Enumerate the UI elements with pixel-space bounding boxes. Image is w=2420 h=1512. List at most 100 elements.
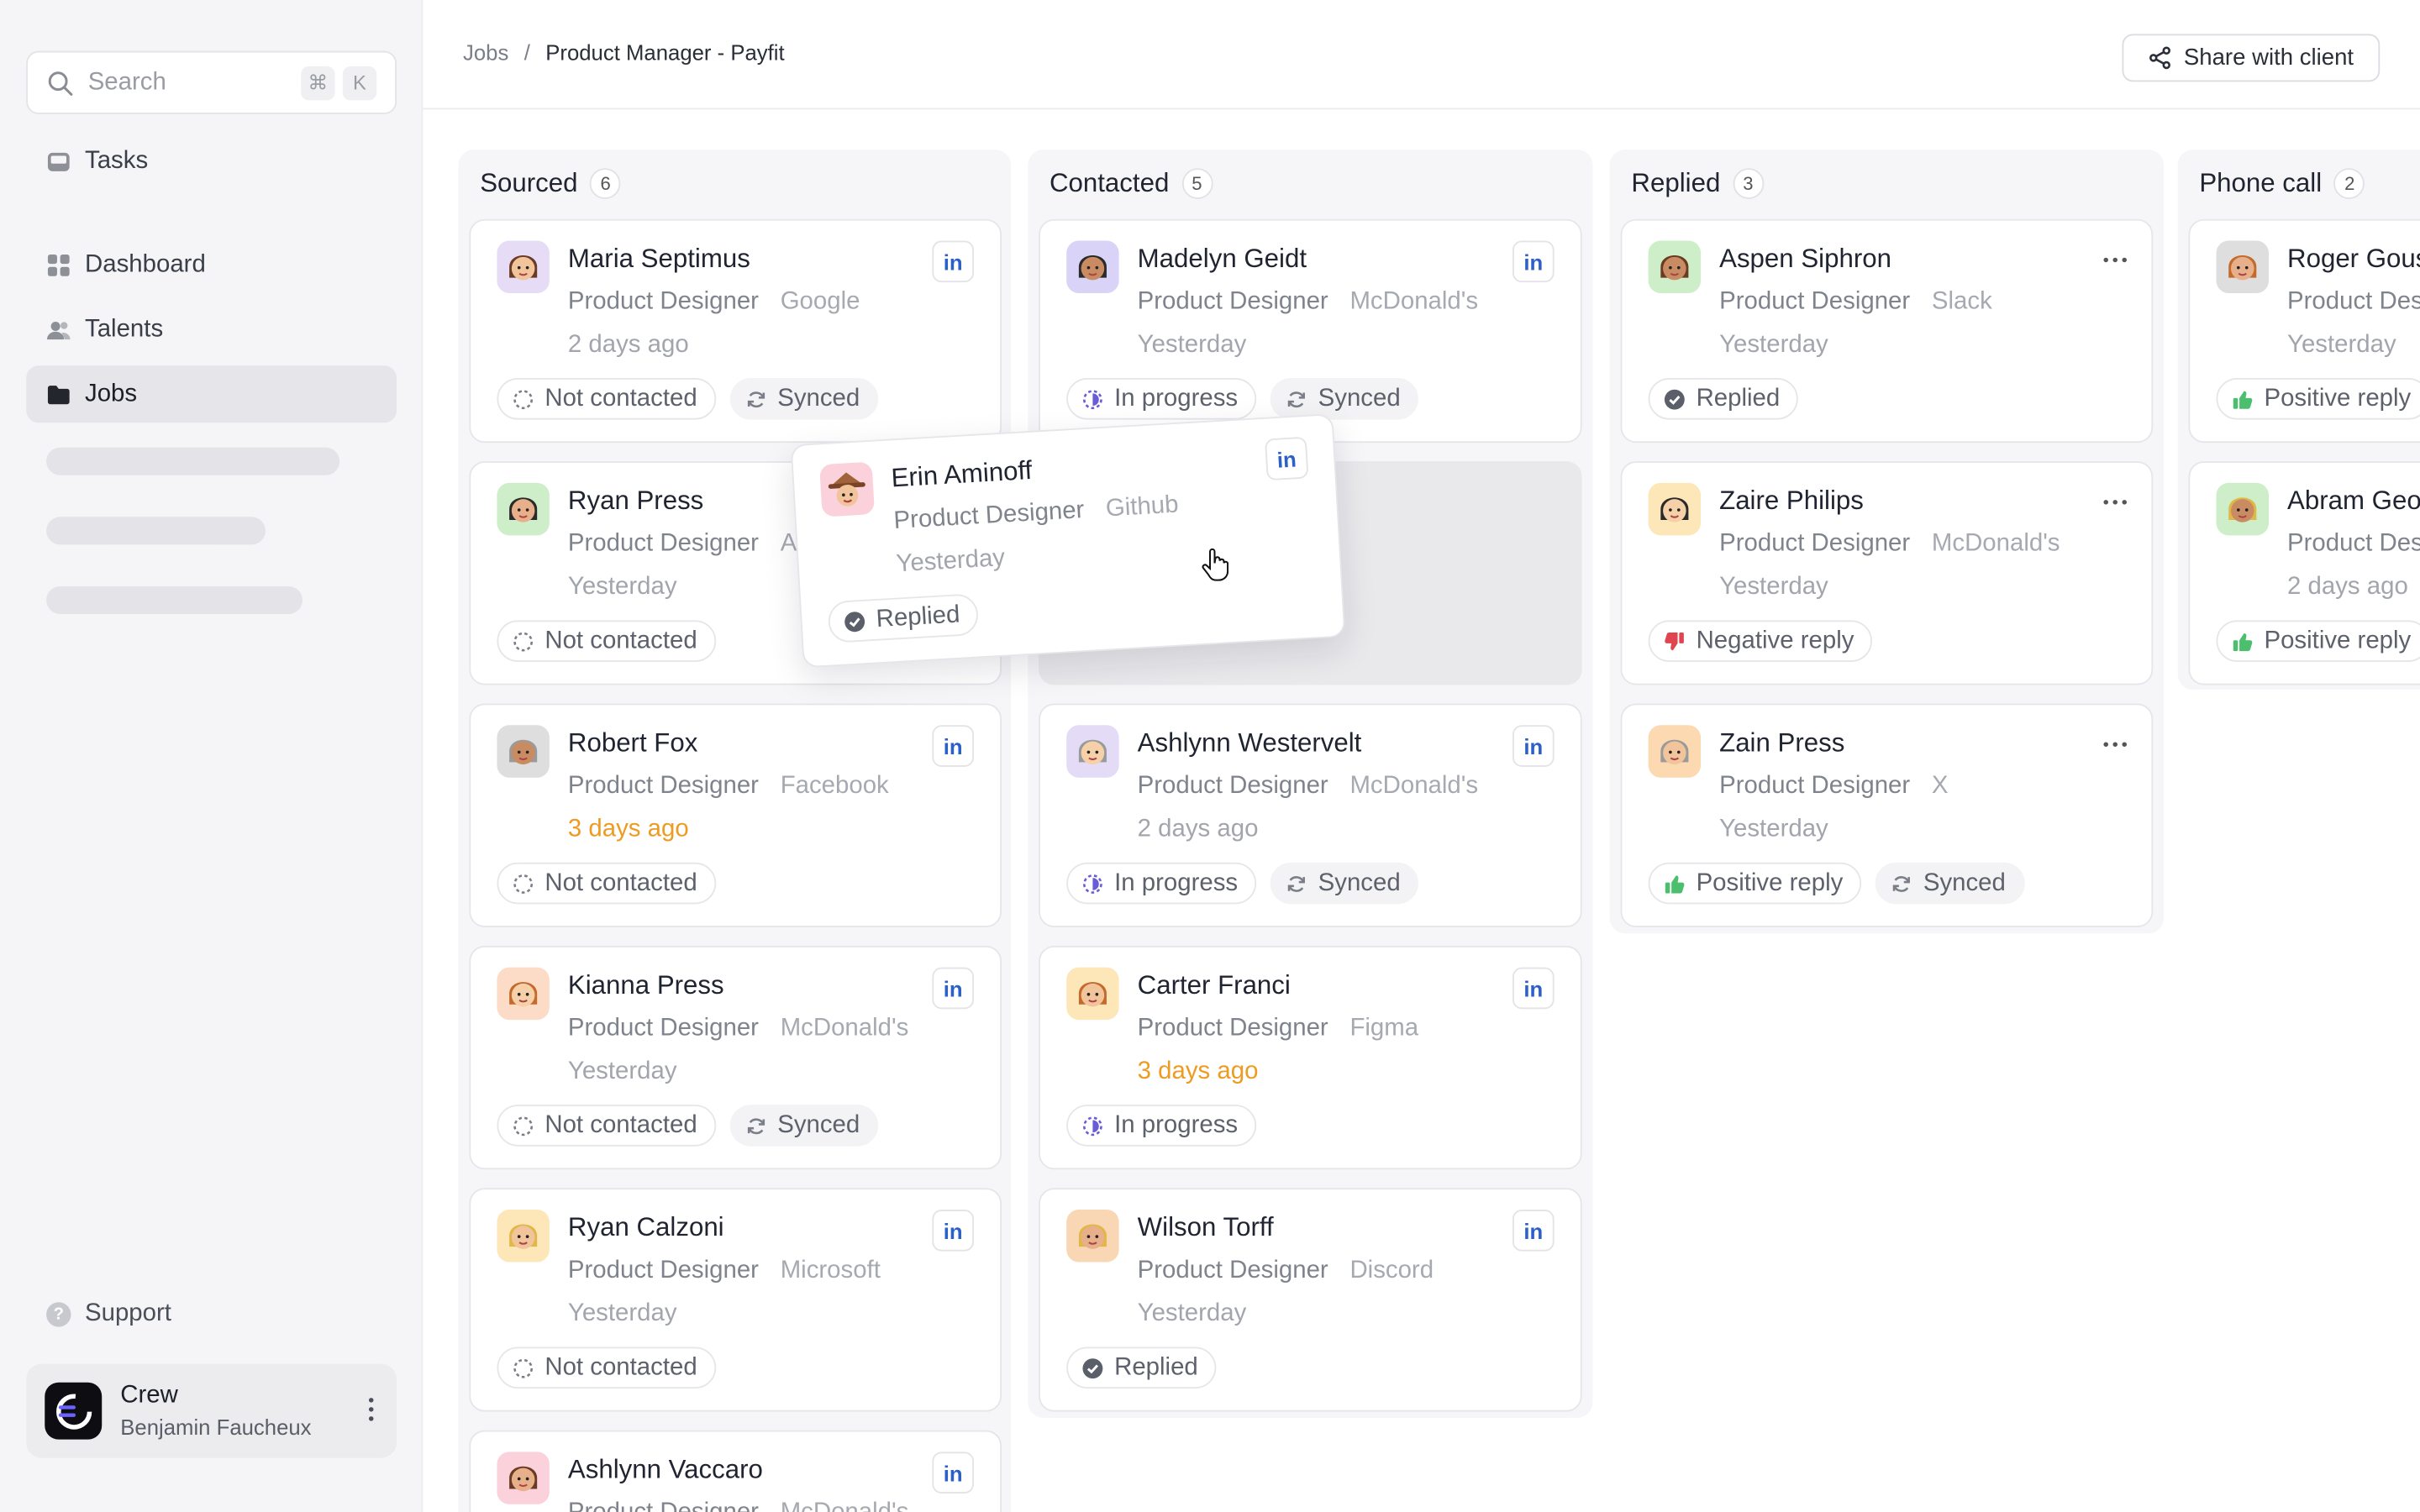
progress-icon [1083,874,1102,893]
company-name: McDonald's [780,1015,909,1042]
candidate-name: Carter Franci [1137,970,1291,1000]
last-activity: 2 days ago [567,331,689,359]
candidate-role: Product Designer McDonald's [568,1016,908,1043]
status-badge: Replied [1648,377,1799,420]
tag-list: In progress Synced [1066,377,1419,420]
candidate-role: Product Designer A [568,531,797,559]
candidate-name: Kianna Press [567,970,724,1000]
column-title: Sourced [480,168,578,198]
role-title: Product Designer [1137,1257,1328,1284]
linkedin-icon[interactable]: in [932,1452,974,1494]
more-horizontal-icon[interactable] [2103,742,2128,747]
candidate-card[interactable]: Maria Septimus Product Designer Google 2 da… [469,218,1002,444]
candidate-card[interactable]: Madelyn Geidt Product Designer McDonald's Y… [1039,218,1582,444]
company-name: McDonald's [1349,288,1479,315]
avatar [1066,1209,1119,1263]
candidate-name: Ashlynn Vaccaro [567,1455,763,1484]
progress-icon [1083,1116,1102,1136]
linkedin-icon[interactable]: in [1512,967,1555,1010]
company-name: Github [1105,491,1180,522]
company-name: McDonald's [1931,530,2060,558]
candidate-card[interactable]: Carter Franci Product Designer Figma 3 days… [1039,945,1582,1170]
shortcut-key: K [342,66,377,100]
linkedin-icon[interactable]: in [932,967,974,1010]
help-icon: ? [46,1301,71,1326]
more-horizontal-icon[interactable] [2103,257,2128,263]
company-name: Figma [1349,1015,1419,1042]
avatar [1648,240,1702,293]
candidate-card[interactable]: Zaire Philips Product Designer McDonald's Y… [1620,461,2154,685]
column-phone-call: Phone call 2 Roger Gous Product Des Yesterda… [2177,150,2420,690]
share-with-client-button[interactable]: Share with client [2122,34,2381,82]
avatar [497,482,550,536]
status-badge: Not contacted [497,1347,716,1389]
sidebar: Search ⌘ K Tasks Dashboard Talents Jobs … [0,0,424,1512]
check-circle-icon [1664,388,1685,409]
role-title: Product Des [2287,530,2420,558]
candidate-card[interactable]: Robert Fox Product Designer Facebook 3 days… [469,703,1002,927]
linkedin-icon[interactable]: in [1512,725,1555,767]
avatar [497,240,550,293]
candidate-card[interactable]: Abram Geo Product Des 2 days ago Positive r… [2188,461,2420,685]
last-activity: Yesterday [567,1058,677,1085]
more-vertical-icon[interactable] [368,1398,375,1421]
candidate-role: Product Designer Microsoft [568,1257,881,1285]
last-activity: Yesterday [1719,574,1828,601]
support-link[interactable]: ? Support [26,1285,171,1342]
dragging-card[interactable]: Erin Aminoff Product Designer Github Yest… [790,413,1346,669]
sidebar-item-jobs[interactable]: Jobs [26,365,397,423]
column-title: Contacted [1049,168,1170,198]
candidate-name: Ryan Calzoni [567,1212,724,1242]
linkedin-icon[interactable]: in [932,240,974,283]
sidebar-item-dashboard[interactable]: Dashboard [26,236,397,293]
last-activity: 3 days ago [567,816,689,843]
candidate-card[interactable]: Ashlynn Vaccaro Product Designer McDonald'… [469,1430,1002,1512]
linkedin-icon[interactable]: in [1265,436,1309,481]
more-horizontal-icon[interactable] [2103,500,2128,505]
candidate-card[interactable]: Aspen Siphron Product Designer Slack Yester… [1620,218,2154,444]
candidate-name: Ashlynn Westervelt [1137,727,1362,758]
candidate-role: Product Designer Github [893,492,1180,537]
candidate-name: Abram Geo [2287,486,2420,516]
loading-skeleton [46,447,340,475]
avatar [1066,240,1119,293]
status-label: Negative reply [1696,627,1854,654]
status-badge: Not contacted [497,1105,716,1147]
sync-icon [1287,875,1306,891]
candidate-role: Product Des [2287,288,2420,316]
role-title: Product Designer [1137,288,1328,315]
candidate-card[interactable]: Roger Gous Product Des Yesterday Positive r… [2188,218,2420,444]
role-title: Product Designer [567,288,759,315]
shortcut-cmd: ⌘ [301,66,335,100]
progress-icon [1083,389,1102,409]
candidate-card[interactable]: Ryan Calzoni Product Designer Microsoft Yes… [469,1188,1002,1412]
sidebar-item-tasks[interactable]: Tasks [26,133,397,190]
candidate-name: Aspen Siphron [1719,244,1891,274]
company-name: McDonald's [1349,773,1479,800]
linkedin-icon[interactable]: in [932,725,974,767]
candidate-role: Product Designer Discord [1138,1257,1434,1285]
linkedin-icon[interactable]: in [932,1209,974,1252]
candidate-card[interactable]: Zain Press Product Designer X Yesterday Posi… [1620,703,2154,927]
breadcrumb-jobs[interactable]: Jobs [463,40,508,65]
account-switcher[interactable]: Crew Benjamin Faucheux [26,1363,397,1458]
status-label: Replied [875,601,961,633]
tag-list: Positive reply [2216,620,2420,662]
sidebar-item-label: Dashboard [85,250,206,277]
linkedin-icon[interactable]: in [1512,1209,1555,1252]
status-badge: Replied [1066,1347,1217,1389]
candidate-card[interactable]: Wilson Torff Product Designer Discord Yeste… [1039,1188,1582,1412]
candidate-role: Product Designer Figma [1138,1016,1418,1043]
candidate-name: Madelyn Geidt [1137,244,1307,274]
tag-list: Not contacted Synced [497,377,879,420]
linkedin-icon[interactable]: in [1512,240,1555,283]
candidate-card[interactable]: Kianna Press Product Designer McDonald's Ye… [469,945,1002,1170]
sidebar-item-talents[interactable]: Talents [26,301,397,358]
tag-list: Not contacted [497,620,716,662]
synced-badge: Synced [1270,377,1419,420]
sidebar-item-label: Talents [85,315,164,342]
last-activity: Yesterday [1719,331,1828,359]
search-input[interactable]: Search ⌘ K [26,50,397,114]
candidate-card[interactable]: Ashlynn Westervelt Product Designer McDona… [1039,703,1582,927]
role-title: Product Designer [567,1015,759,1042]
